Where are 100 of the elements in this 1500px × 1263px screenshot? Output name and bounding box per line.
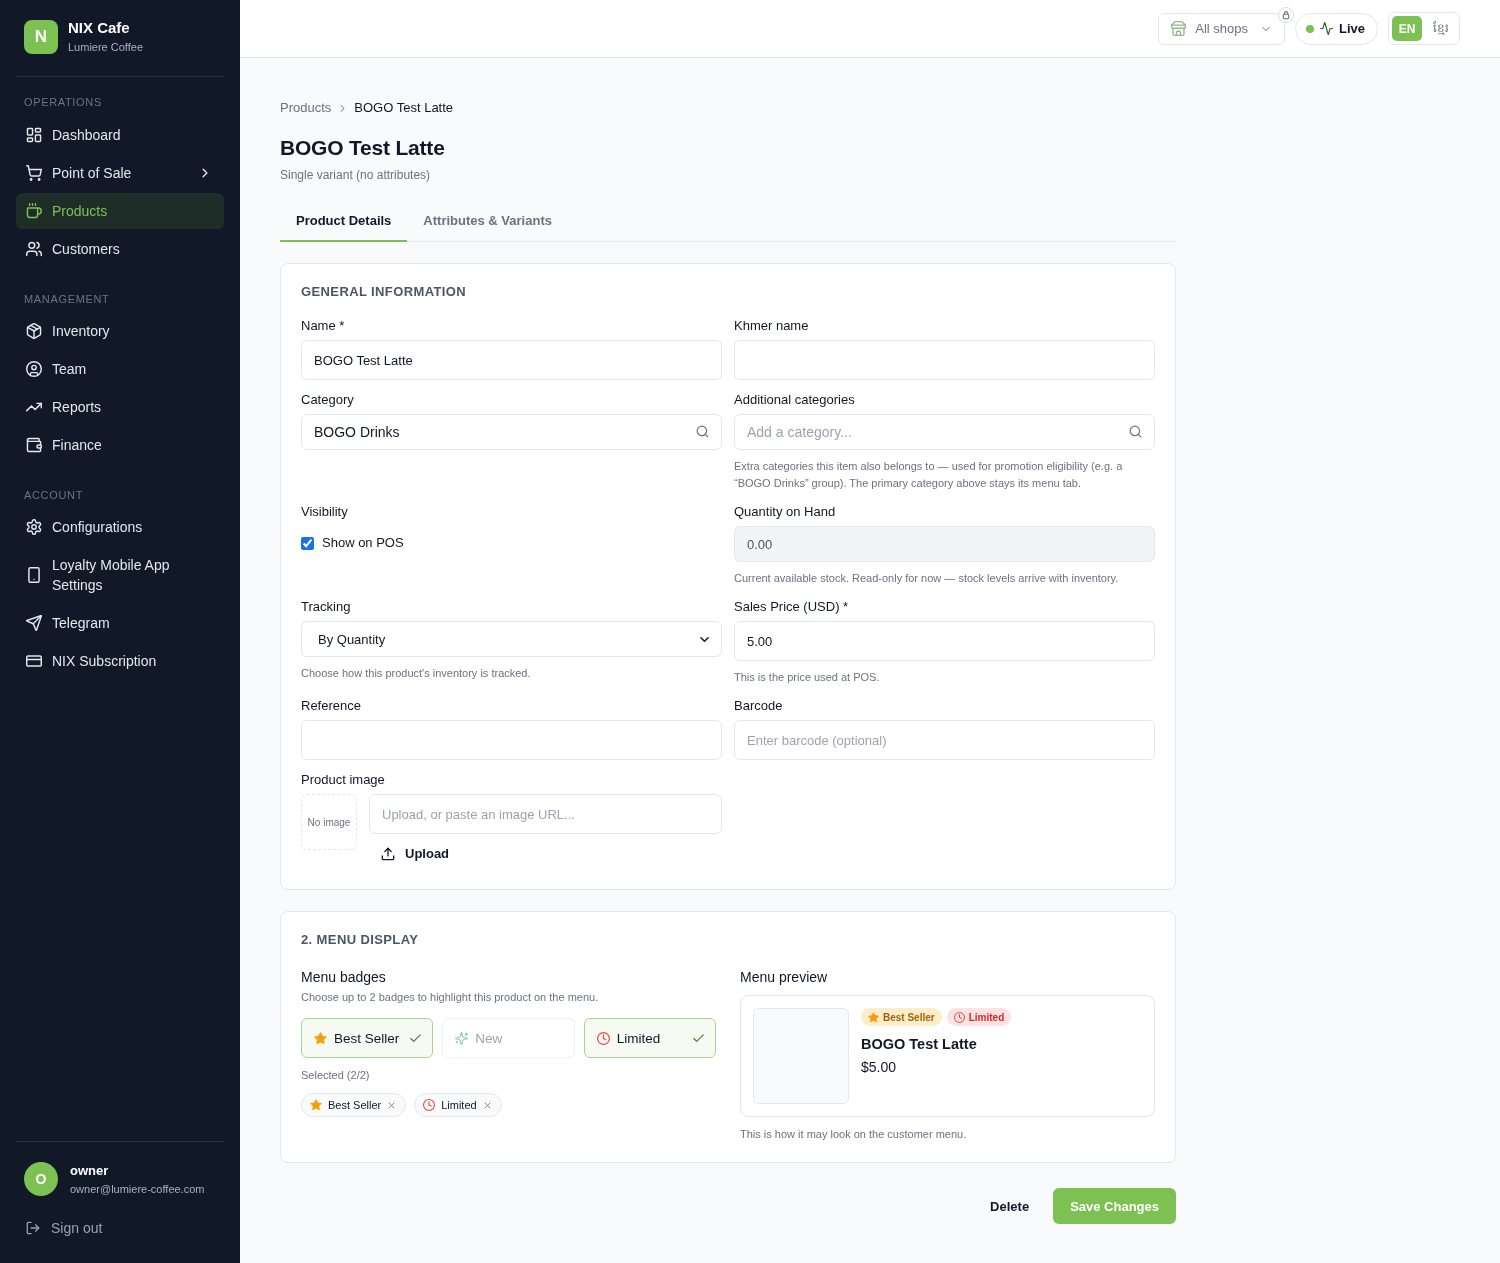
sign-out-icon [26,1221,40,1235]
clock-icon [596,1031,610,1045]
clock-icon [953,1011,965,1023]
field-label: Quantity on Hand [734,504,837,520]
user-email: owner@lumiere-coffee.com [70,1181,205,1196]
tab[interactable]: Attributes & Variants [407,202,568,242]
section-title: 2. MENU DISPLAY [301,932,420,948]
checkbox-label[interactable]: Show on POS [322,533,404,553]
language-option[interactable]: ខ្មែរ [1426,16,1456,41]
nav-item[interactable]: NIX Subscription [16,643,224,679]
brand-name: NIX Cafe [68,19,131,37]
star-icon [310,1099,322,1111]
preview-product-name: BOGO Test Latte [861,1035,978,1054]
grid-icon [26,127,42,143]
checkbox[interactable] [301,536,314,550]
nav-item[interactable]: Finance [16,427,224,463]
search-icon [1129,425,1142,438]
field-label: Tracking [301,599,352,615]
user-name: owner [70,1162,110,1179]
nav-item[interactable]: Customers [16,231,224,267]
help-text: This is how it may look on the customer menu. [740,1127,968,1142]
nav-item[interactable]: Reports [16,389,224,425]
subsection-title: Menu preview [740,968,829,986]
search-field[interactable]: BOGO Drinks [301,414,722,450]
page-subtitle: Single variant (no attributes) [280,167,432,183]
help-text: Current available stock. Read-only for now — stock levels arrive with inventory. [734,571,1120,586]
people-icon [26,241,42,257]
search-field[interactable]: Add a category... [734,414,1155,450]
sign-out-link[interactable]: Sign out [24,1218,103,1238]
field-label: Additional categories [734,392,856,408]
user-circle-icon [26,361,42,377]
text-field[interactable] [301,720,722,760]
breadcrumb-link[interactable]: Products [280,100,332,116]
cart-icon [26,165,42,181]
tab[interactable]: Product Details [280,202,408,242]
help-text: Choose up to 2 badges to highlight this product on the menu. [301,990,600,1005]
section-heading: ACCOUNT [23,488,84,502]
check-icon [692,1031,705,1045]
chip-label: Best Seller [328,1099,382,1111]
nav-item[interactable]: Loyalty Mobile App Settings [16,547,224,603]
breadcrumb-current: BOGO Test Latte [354,100,454,116]
field-label: Barcode [734,698,784,714]
delete-button[interactable]: Delete [990,1198,1030,1214]
nav-item[interactable]: Point of Sale [16,155,224,191]
selection-count: Selected (2/2) [301,1068,371,1083]
tag-label: Limited [968,1011,1005,1023]
image-drop-field[interactable]: No image [301,794,357,850]
nav-item[interactable]: Dashboard [16,117,224,153]
cup-icon [26,203,42,219]
help-text: Choose how this product's inventory is tracked. [301,666,532,681]
nav-item[interactable]: Telegram [16,605,224,641]
nav-item[interactable]: Team [16,351,224,387]
field-label: Sales Price (USD) * [734,599,850,615]
upload-icon [381,847,395,861]
pulse-icon [1320,22,1333,35]
phone-icon [26,567,42,583]
preview-price: $5.00 [861,1058,898,1077]
text-field[interactable]: 5.00 [734,621,1155,661]
subsection-title: Menu badges [301,968,387,986]
field-label: Product image [301,772,386,788]
section-heading: OPERATIONS [23,95,103,109]
help-text: Extra categories this item also belongs to — used for promotion eligibility (e.g. a “BOGO Drinks” group). The primary category above stays its menu tab. [734,459,1124,491]
help-text: This is the price used at POS. [734,670,881,685]
settings-icon [26,519,42,535]
upload-button[interactable]: Upload [369,842,462,866]
field-label: Visibility [301,504,349,520]
nav-item[interactable]: Inventory [16,313,224,349]
remove-icon[interactable] [482,1100,492,1110]
text-field[interactable]: BOGO Test Latte [301,340,722,380]
wallet-icon [26,437,42,453]
shop-selector[interactable]: All shops [1158,12,1285,45]
shop-name: Lumiere Coffee [68,40,143,54]
field-label: Name * [301,318,346,334]
url-field[interactable]: Upload, or paste an image URL... [369,794,722,834]
select-field[interactable]: By Quantity [301,621,722,657]
chip-label: Limited [441,1099,477,1111]
section-heading: MANAGEMENT [23,292,111,306]
nav-item[interactable]: Products [16,193,224,229]
clock-icon [423,1099,436,1111]
tag-label: Best Seller [883,1011,935,1023]
field-label: Category [301,392,355,408]
nav-item[interactable]: Configurations [16,509,224,545]
paper-plane-icon [26,615,42,631]
star-icon [868,1011,879,1023]
box-icon [26,323,42,339]
live-label: Live [1339,21,1365,36]
text-field[interactable]: Enter barcode (optional) [734,720,1155,760]
badge-option[interactable]: Best Seller [301,1018,434,1058]
store-icon [1171,21,1187,36]
sparkle-icon [455,1031,469,1045]
text-field[interactable] [734,340,1155,380]
search-icon [696,425,709,438]
badge-option[interactable]: Limited [583,1018,716,1058]
text-field: 0.00 [734,526,1155,562]
avatar: O [24,1162,58,1196]
star-icon [314,1031,327,1045]
check-icon [409,1031,423,1045]
remove-icon[interactable] [387,1100,397,1110]
field-label: Reference [301,698,362,714]
app-logo: N [24,19,58,54]
